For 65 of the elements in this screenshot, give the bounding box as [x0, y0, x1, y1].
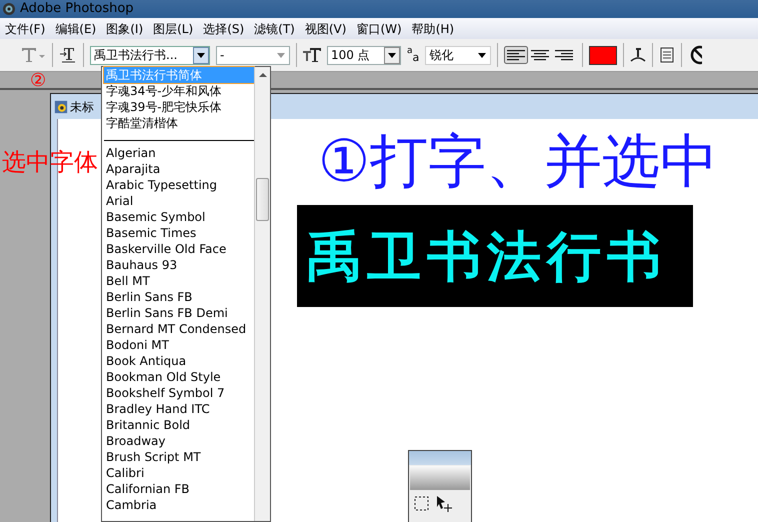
font-option[interactable]: 字魂39号-肥宅快乐体: [104, 99, 254, 115]
font-option[interactable]: Britannic Bold: [104, 417, 254, 433]
antialias-glyph: a: [412, 52, 420, 63]
text-orientation-icon[interactable]: [59, 46, 77, 64]
font-option[interactable]: Basemic Symbol: [104, 209, 254, 225]
scroll-thumb[interactable]: [256, 178, 269, 221]
document-icon: [54, 100, 68, 114]
font-option[interactable]: Arabic Typesetting: [104, 177, 254, 193]
font-option[interactable]: Bookman Old Style: [104, 369, 254, 385]
font-option[interactable]: Book Antiqua: [104, 353, 254, 369]
cancel-icon[interactable]: [688, 45, 702, 65]
font-option[interactable]: Calibri: [104, 465, 254, 481]
warp-text-icon[interactable]: [630, 47, 646, 63]
palette-icon[interactable]: [659, 46, 676, 64]
font-style-dropdown[interactable]: -: [216, 46, 290, 64]
menu-item[interactable]: 图层(L): [148, 20, 198, 38]
font-option[interactable]: Aparajita: [104, 161, 254, 177]
menu-item[interactable]: 文件(F): [0, 20, 50, 38]
font-option[interactable]: Arial: [104, 193, 254, 209]
text-color-swatch[interactable]: [589, 46, 618, 64]
font-size-dropdown[interactable]: 100 点: [327, 46, 401, 64]
move-tool-icon[interactable]: [435, 495, 453, 513]
marquee-tool-icon[interactable]: [413, 495, 431, 513]
panel-header: [409, 451, 471, 465]
font-family-dropdown[interactable]: 禹卫书法行书...: [90, 46, 210, 64]
font-option[interactable]: Bookshelf Symbol 7: [104, 385, 254, 401]
font-option[interactable]: 字酷堂清楷体: [104, 115, 254, 131]
font-option[interactable]: Cambria: [104, 497, 254, 513]
handwritten-note: ①打字、并选中: [318, 132, 718, 190]
caret-icon[interactable]: [197, 52, 205, 58]
antialias-glyph: a: [407, 47, 413, 56]
align-left-icon[interactable]: [504, 46, 528, 64]
scrollbar[interactable]: [254, 67, 270, 521]
font-option[interactable]: Bell MT: [104, 273, 254, 289]
antialias-dropdown[interactable]: 锐化: [425, 46, 492, 64]
font-option[interactable]: Bodoni MT: [104, 337, 254, 353]
font-size-icon: [303, 47, 321, 63]
font-option[interactable]: Brush Script MT: [104, 449, 254, 465]
menu-item[interactable]: 帮助(H): [406, 20, 460, 38]
font-option[interactable]: Bradley Hand ITC: [104, 401, 254, 417]
caret-icon[interactable]: [478, 52, 486, 58]
font-option[interactable]: Bernard MT Condensed: [104, 321, 254, 337]
font-option[interactable]: Berlin Sans FB Demi: [104, 305, 254, 321]
menu-item[interactable]: 选择(S): [198, 20, 250, 38]
font-option[interactable]: Californian FB: [104, 481, 254, 497]
caret-icon[interactable]: [388, 52, 396, 58]
window-title: Adobe Photoshop: [20, 0, 134, 18]
menu-item[interactable]: 视图(V): [300, 20, 352, 38]
app-icon: [2, 2, 16, 16]
text-tool-icon[interactable]: [20, 45, 46, 65]
menu-item[interactable]: 图象(I): [101, 20, 148, 38]
menu-item[interactable]: 编辑(E): [50, 20, 102, 38]
font-option[interactable]: Berlin Sans FB: [104, 289, 254, 305]
menu-item[interactable]: 窗口(W): [351, 20, 407, 38]
handwritten-note: ②: [30, 72, 46, 90]
font-option[interactable]: Baskerville Old Face: [104, 241, 254, 257]
font-option[interactable]: Algerian: [104, 145, 254, 161]
canvas-text: 禹卫书法行书: [297, 205, 693, 307]
font-option[interactable]: Broadway: [104, 433, 254, 449]
font-option[interactable]: 字魂34号-少年和风体: [104, 83, 254, 99]
document-title: 未标: [70, 98, 94, 116]
font-option[interactable]: Bauhaus 93: [104, 257, 254, 273]
menu-item[interactable]: 滤镜(T): [249, 20, 300, 38]
logo-picture: [410, 466, 470, 490]
font-option[interactable]: Basemic Times: [104, 225, 254, 241]
